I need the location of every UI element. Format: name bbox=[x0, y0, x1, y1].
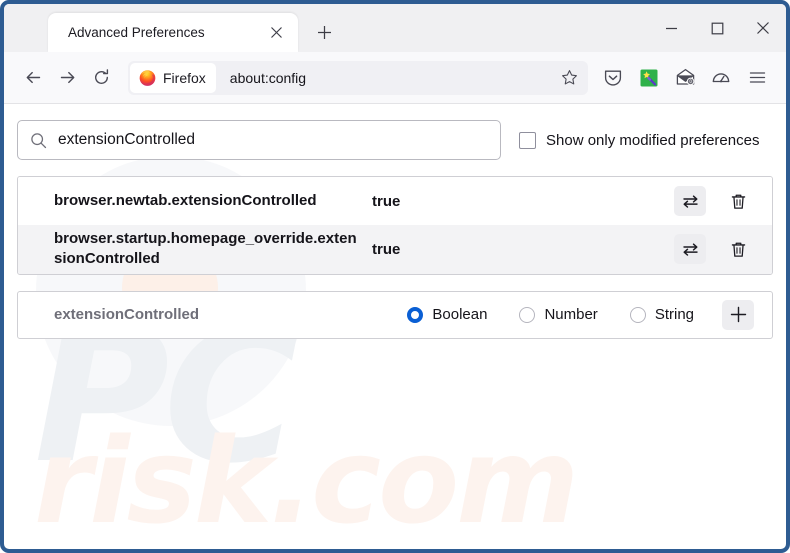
new-preference-name: extensionControlled bbox=[54, 306, 200, 323]
firefox-logo-icon bbox=[139, 70, 156, 86]
plus-icon bbox=[730, 306, 746, 323]
reload-icon bbox=[94, 69, 108, 84]
search-row: Show only modified preferences bbox=[17, 120, 773, 160]
app-menu-icon[interactable] bbox=[740, 61, 774, 95]
preference-value: true bbox=[372, 192, 401, 210]
table-row[interactable]: browser.newtab.extensionControlled true bbox=[18, 177, 772, 225]
add-preference-button[interactable] bbox=[722, 299, 754, 330]
preference-name: browser.startup.homepage_override.extens… bbox=[54, 230, 357, 268]
firefox-brand-chip: Firefox bbox=[130, 62, 216, 93]
back-button[interactable] bbox=[16, 61, 50, 95]
minimize-button[interactable] bbox=[648, 4, 694, 52]
delete-preference-icon[interactable] bbox=[722, 186, 754, 216]
toggle-preference-icon[interactable] bbox=[674, 234, 706, 265]
toggle-preference-icon[interactable] bbox=[674, 186, 706, 216]
gauge-icon[interactable] bbox=[704, 61, 738, 95]
close-icon bbox=[757, 22, 769, 34]
search-input[interactable] bbox=[58, 131, 488, 149]
maximize-icon bbox=[711, 22, 723, 34]
radio-boolean[interactable]: Boolean bbox=[407, 306, 487, 323]
show-modified-label: Show only modified preferences bbox=[546, 131, 760, 149]
radio-string[interactable]: String bbox=[629, 306, 694, 323]
close-tab-icon[interactable] bbox=[264, 21, 288, 45]
radio-number-indicator[interactable] bbox=[519, 306, 536, 323]
radio-boolean-indicator[interactable] bbox=[407, 306, 424, 323]
radio-string-label: String bbox=[654, 306, 694, 323]
mail-icon[interactable]: 0 bbox=[668, 61, 702, 95]
preference-list: browser.newtab.extensionControlled true bbox=[17, 176, 773, 275]
address-bar[interactable]: Firefox about:config bbox=[128, 60, 588, 95]
reload-button[interactable] bbox=[84, 61, 118, 95]
delete-preference-icon[interactable] bbox=[722, 234, 754, 264]
tab-advanced-preferences[interactable]: Advanced Preferences bbox=[48, 13, 298, 52]
brand-label: Firefox bbox=[163, 69, 206, 86]
radio-string-indicator[interactable] bbox=[629, 306, 646, 323]
show-modified-preferences-toggle[interactable]: Show only modified preferences bbox=[519, 131, 760, 149]
arrow-left-icon bbox=[26, 71, 40, 84]
window-controls bbox=[648, 4, 786, 52]
preference-name: browser.newtab.extensionControlled bbox=[54, 191, 317, 209]
row-actions bbox=[674, 186, 754, 216]
row-actions bbox=[674, 234, 754, 265]
new-tab-button[interactable] bbox=[308, 16, 340, 48]
bookmark-star-icon[interactable] bbox=[554, 63, 584, 93]
add-preference-row: extensionControlled Boolean Number Strin… bbox=[17, 290, 773, 339]
search-box[interactable] bbox=[17, 120, 501, 160]
plus-icon bbox=[317, 25, 331, 39]
tab-strip: Advanced Preferences bbox=[4, 4, 786, 52]
about-config-page: Show only modified preferences browser.n… bbox=[4, 104, 786, 549]
table-row[interactable]: browser.startup.homepage_override.extens… bbox=[18, 225, 772, 274]
toolbar-icons: 0 bbox=[596, 61, 774, 95]
radio-number-label: Number bbox=[544, 306, 598, 323]
maximize-button[interactable] bbox=[694, 4, 740, 52]
navigation-toolbar: Firefox about:config 0 bbox=[4, 52, 786, 104]
new-preference-type-group: Boolean Number String bbox=[407, 306, 694, 323]
tab-title: Advanced Preferences bbox=[68, 25, 205, 40]
url-text[interactable]: about:config bbox=[230, 70, 554, 86]
search-icon bbox=[30, 132, 47, 149]
show-modified-checkbox[interactable] bbox=[519, 131, 536, 149]
preference-value: true bbox=[372, 240, 401, 258]
browser-window: PC risk.com Advanced Preferences Firefox… bbox=[0, 0, 790, 553]
radio-boolean-label: Boolean bbox=[432, 306, 488, 323]
forward-button[interactable] bbox=[50, 61, 84, 95]
close-window-button[interactable] bbox=[740, 4, 786, 52]
radio-number[interactable]: Number bbox=[519, 306, 598, 323]
arrow-right-icon bbox=[60, 71, 74, 84]
minimize-icon bbox=[665, 27, 677, 29]
extension-wand-icon[interactable] bbox=[632, 61, 666, 95]
pocket-icon[interactable] bbox=[596, 61, 630, 95]
